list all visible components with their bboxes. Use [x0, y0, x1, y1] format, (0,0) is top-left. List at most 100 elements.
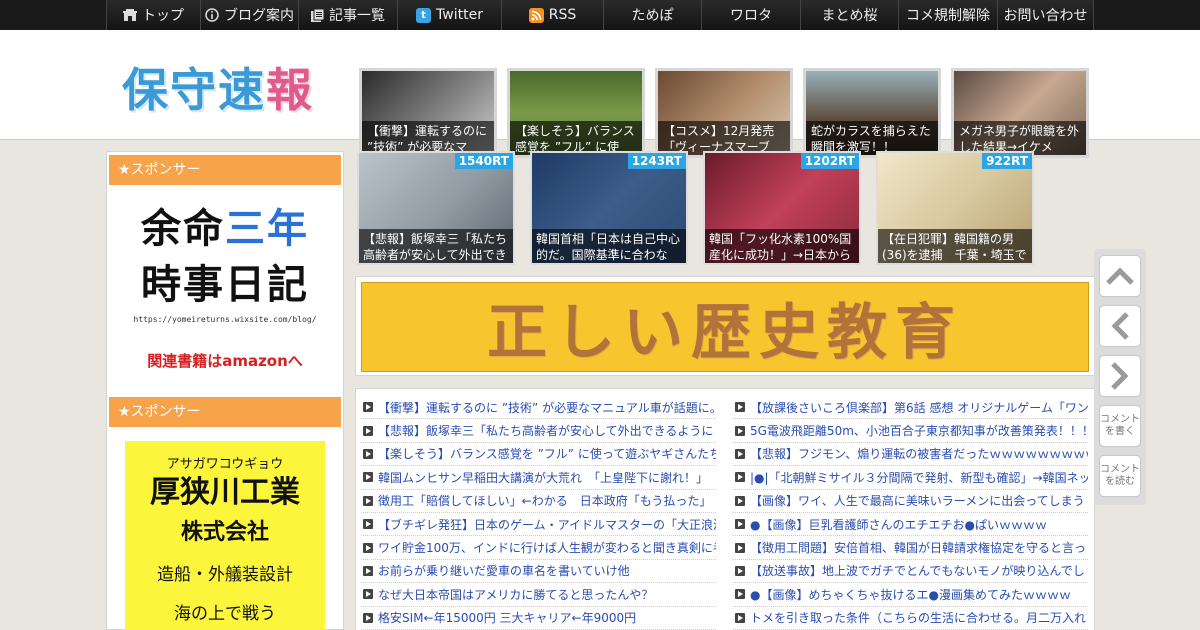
chevron-right-icon [1111, 362, 1129, 390]
thumb-caption: 【コスメ】12月発売「ヴィーナスマーブ [658, 121, 790, 155]
ad-title-line1: 余命三年 [107, 201, 343, 257]
list-item[interactable]: 【衝撃】運転するのに ”技術” が必要なマニュアル車が話題に。 [361, 396, 716, 420]
read-comment-button[interactable]: コメントを読む [1099, 455, 1141, 497]
thumb-caption: 蛇がカラスを捕らえた瞬間を激写！！ [806, 121, 938, 155]
nav-label-warota: ワロタ [730, 8, 772, 24]
rt-count-badge: 1243RT [627, 153, 686, 169]
list-item[interactable]: 【放課後さいころ倶楽部】第6話 感想 オリジナルゲーム「ワン [733, 396, 1088, 420]
nav-label-article-list: 記事一覧 [329, 8, 385, 24]
list-item[interactable]: ●【画像】巨乳看護師さんのエチエチお●ぱいｗｗｗｗ [733, 513, 1088, 537]
banner-container: 正しい歴史教育 [355, 276, 1095, 376]
write-comment-button[interactable]: コメントを書く [1099, 405, 1141, 447]
ad-title-a: 余命 [141, 206, 225, 252]
next-article-button[interactable] [1099, 355, 1141, 397]
list-item[interactable]: 【徴用工問題】安倍首相、韓国が日韓請求権協定を守ると言っ [733, 536, 1088, 560]
site-logo[interactable]: 保守速報 [122, 54, 314, 120]
nav-label-rss: RSS [548, 7, 577, 23]
ad-title-line2: 時事日記 [141, 262, 309, 308]
thumb-caption: メガネ男子が眼鏡を外した結果→イケメ [954, 121, 1086, 155]
nav-item-warota[interactable]: ワロタ [702, 0, 801, 30]
nav-item-top[interactable]: トップ [106, 0, 201, 30]
featured-caption: 韓国首相「日本は自己中心的だ。国際基準に合わな [532, 229, 686, 263]
list-item[interactable]: 【悲報】飯塚幸三「私たち高齢者が安心して外出できるように [361, 419, 716, 443]
twitter-icon: t [416, 7, 432, 23]
sponsor-ad-yomei[interactable]: 余命三年 時事日記 https://yomeireturns.wixsite.c… [107, 201, 343, 371]
nav-item-tamepo[interactable]: ためぽ [604, 0, 702, 30]
ad2-business: 造船・外艤装設計 [157, 565, 293, 585]
nav-item-article-list[interactable]: 記事一覧 [299, 0, 398, 30]
prev-article-button[interactable] [1099, 305, 1141, 347]
list-item-title: 【放送事故】地上波でガチでとんでもないモノが映り込んでし [750, 564, 1085, 579]
play-bullet-icon [735, 495, 745, 506]
list-item-title: 【画像】ワイ、人生で最高に美味いラーメンに出会ってしまう [750, 494, 1085, 509]
play-bullet-icon [363, 402, 373, 413]
featured-article[interactable]: 1243RT 韓国首相「日本は自己中心的だ。国際基準に合わな [530, 151, 688, 265]
rt-count-badge: 922RT [982, 153, 1032, 169]
header-thumb[interactable]: 【衝撃】運転するのに ”技術” が必要なマ [359, 68, 497, 158]
nav-label-blog-info: ブログ案内 [224, 8, 294, 24]
list-item[interactable]: 【楽しそう】バランス感覚を ”フル” に使って遊ぶヤギさんたち [361, 443, 716, 467]
header-thumb[interactable]: 蛇がカラスを捕らえた瞬間を激写！！ [803, 68, 941, 158]
featured-caption: 韓国「フッ化水素100%国産化に成功！」→日本から原 [705, 229, 859, 263]
history-education-banner[interactable]: 正しい歴史教育 [361, 282, 1089, 372]
list-item-title: 5G電波飛距離50m、小池百合子東京都知事が改善策発表！！！ [750, 424, 1088, 439]
list-item-title: なぜ大日本帝国はアメリカに勝てると思ったんや？ [378, 587, 654, 602]
nav-item-blog-info[interactable]: ブログ案内 [201, 0, 299, 30]
play-bullet-icon [735, 589, 745, 600]
play-bullet-icon [363, 472, 373, 483]
play-bullet-icon [363, 495, 373, 506]
play-bullet-icon [363, 448, 373, 459]
ad-related-link[interactable]: 関連書籍はamazonへ [107, 350, 343, 371]
list-item-title: |●|「北朝鮮ミサイル３分間隔で発射、新型も確認」→韓国ネッ [750, 470, 1088, 485]
play-bullet-icon [363, 425, 373, 436]
list-item[interactable]: 【放送事故】地上波でガチでとんでもないモノが映り込んでし [733, 560, 1088, 584]
list-item[interactable]: 【悲報】フジモン、煽り運転の被害者だったｗｗｗｗｗｗｗｗｗ [733, 443, 1088, 467]
list-item[interactable]: 韓国ムンヒサン早稲田大講演が大荒れ 「上皇陛下に謝れ！」 [361, 466, 716, 490]
header-thumb[interactable]: 【楽しそう】バランス感覚を ”フル” に使 [507, 68, 645, 158]
floating-nav: コメントを書く コメントを読む [1094, 249, 1146, 505]
nav-item-twitter[interactable]: t Twitter [398, 0, 502, 30]
nav-item-comment-unblock[interactable]: コメ規制解除 [899, 0, 998, 30]
nav-label-top: トップ [142, 8, 184, 24]
play-bullet-icon [363, 612, 373, 623]
list-item[interactable]: 5G電波飛距離50m、小池百合子東京都知事が改善策発表！！！ [733, 419, 1088, 443]
nav-label-tamepo: ためぽ [631, 8, 674, 24]
ad2-kana: アサガワコウギョウ [166, 457, 284, 472]
site-header: 保守速報 【衝撃】運転するのに ”技術” が必要なマ 【楽しそう】バランス感覚を… [0, 30, 1200, 158]
ad2-slogan: 海の上で戦う [174, 604, 276, 624]
featured-article[interactable]: 922RT 【在日犯罪】韓国籍の男(36)を逮捕 千葉・埼玉で [876, 151, 1034, 265]
header-thumb[interactable]: メガネ男子が眼鏡を外した結果→イケメ [951, 68, 1089, 158]
logo-text-main: 保守速 [122, 63, 266, 117]
list-item[interactable]: 格安SIM←年15000円 三大キャリア←年9000円 [361, 607, 716, 630]
sponsor-ad-asagawa[interactable]: アサガワコウギョウ 厚狭川工業 株式会社 造船・外艤装設計 海の上で戦う [125, 441, 325, 630]
list-item[interactable]: ワイ貯金100万、インドに行けば人生観が変わると聞き真剣に考 [361, 536, 716, 560]
nav-item-contact[interactable]: お問い合わせ [998, 0, 1094, 30]
play-bullet-icon [735, 448, 745, 459]
ad-title-b: 三年 [225, 206, 309, 252]
list-item[interactable]: なぜ大日本帝国はアメリカに勝てると思ったんや？ [361, 583, 716, 607]
banner-text: 正しい歴史教育 [487, 297, 963, 368]
rt-count-badge: 1202RT [800, 153, 859, 169]
list-item[interactable]: ●【画像】めちゃくちゃ抜けるエ●漫画集めてみたｗｗｗｗ [733, 583, 1088, 607]
ad2-corp-type: 株式会社 [180, 519, 269, 545]
list-item[interactable]: |●|「北朝鮮ミサイル３分間隔で発射、新型も確認」→韓国ネッ [733, 466, 1088, 490]
list-item[interactable]: 【ブチギレ発狂】日本のゲーム・アイドルマスターの「大正浪漫 [361, 513, 716, 537]
play-bullet-icon [735, 612, 745, 623]
featured-caption: 【悲報】飯塚幸三「私たち高齢者が安心して外出でき [359, 229, 513, 263]
list-item[interactable]: 徴用工「賠償してほしい」←わかる 日本政府「もう払った」 [361, 490, 716, 513]
list-item[interactable]: 【画像】ワイ、人生で最高に美味いラーメンに出会ってしまう [733, 490, 1088, 513]
list-item-title: 【衝撃】運転するのに ”技術” が必要なマニュアル車が話題に。 [378, 400, 716, 415]
nav-item-matome-sakura[interactable]: まとめ桜 [801, 0, 899, 30]
play-bullet-icon [363, 565, 373, 576]
nav-label-twitter: Twitter [436, 7, 483, 23]
header-thumb[interactable]: 【コスメ】12月発売「ヴィーナスマーブ [655, 68, 793, 158]
featured-article[interactable]: 1540RT 【悲報】飯塚幸三「私たち高齢者が安心して外出でき [357, 151, 515, 265]
scroll-top-button[interactable] [1099, 255, 1141, 297]
featured-article[interactable]: 1202RT 韓国「フッ化水素100%国産化に成功！」→日本から原 [703, 151, 861, 265]
nav-menu: トップ ブログ案内 記事一覧 t Twitter RSS ためぽ ワロタ まとめ… [106, 0, 1094, 30]
nav-item-rss[interactable]: RSS [502, 0, 604, 30]
thumb-caption: 【楽しそう】バランス感覚を ”フル” に使 [510, 121, 642, 155]
list-item[interactable]: お前らが乗り継いだ愛車の車名を書いていけ他 [361, 560, 716, 584]
article-list-container: 【衝撃】運転するのに ”技術” が必要なマニュアル車が話題に。【悲報】飯塚幸三「… [355, 388, 1095, 630]
list-item[interactable]: トメを引き取った条件（こちらの生活に合わせる。月二万入れ [733, 607, 1088, 630]
